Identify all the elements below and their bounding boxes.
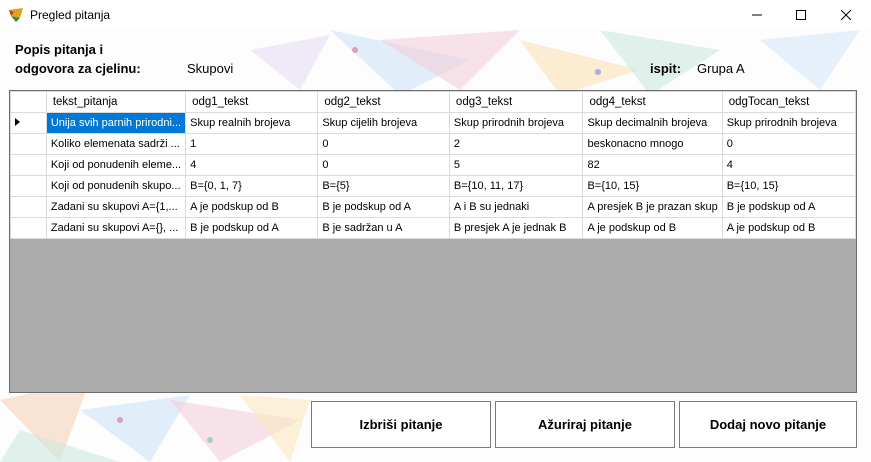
- table-row[interactable]: Koliko elemenata sadrži ... 1 0 2 beskonacno…: [10, 133, 856, 155]
- table-cell[interactable]: A je podskup od B: [582, 217, 723, 239]
- table-cell[interactable]: Zadani su skupovi A={}, ...: [45, 217, 187, 239]
- table-cell[interactable]: 2: [448, 133, 584, 155]
- ispit-label: ispit:: [650, 61, 682, 76]
- table-cell[interactable]: B={10, 15}: [582, 175, 723, 197]
- table-row[interactable]: Zadani su skupovi A={}, ... B je podskup …: [10, 217, 856, 239]
- table-cell[interactable]: B presjek A je jednak B: [448, 217, 584, 239]
- table-row[interactable]: Zadani su skupovi A={1,... A je podskup o…: [10, 196, 856, 218]
- table-cell[interactable]: B je podskup od A: [185, 217, 319, 239]
- table-cell[interactable]: Koji od ponudenih skupo...: [45, 175, 187, 197]
- table-cell[interactable]: B={10, 15}: [721, 175, 856, 197]
- header-row: tekst_pitanja odg1_tekst odg2_tekst odg3…: [10, 91, 856, 113]
- table-cell[interactable]: 0: [317, 133, 450, 155]
- table-cell[interactable]: Skup realnih brojeva: [185, 112, 319, 134]
- table-cell[interactable]: 82: [582, 154, 723, 176]
- ispit-value: Grupa A: [697, 61, 745, 76]
- update-question-button[interactable]: Ažuriraj pitanje: [495, 401, 675, 448]
- title-bar: Pregled pitanja: [0, 0, 871, 30]
- table-cell[interactable]: A i B su jednaki: [448, 196, 584, 218]
- table-cell[interactable]: 5: [448, 154, 584, 176]
- questions-grid[interactable]: tekst_pitanja odg1_tekst odg2_tekst odg3…: [9, 90, 857, 393]
- minimize-button[interactable]: [734, 0, 780, 30]
- main-window: Pregled pitanja Popis pitanja i odgovora…: [0, 0, 871, 462]
- popis-label-line1: Popis pitanja i: [15, 42, 104, 57]
- column-header[interactable]: odg2_tekst: [317, 91, 450, 113]
- table-cell[interactable]: B je sadržan u A: [317, 217, 450, 239]
- close-icon: [841, 10, 851, 20]
- table-cell[interactable]: Koliko elemenata sadrži ...: [45, 133, 187, 155]
- column-header[interactable]: odg3_tekst: [448, 91, 584, 113]
- table-cell[interactable]: Unija svih parnih prirodni...: [45, 112, 187, 134]
- row-header[interactable]: [10, 154, 47, 176]
- maximize-icon: [796, 10, 806, 20]
- table-cell[interactable]: Skup prirodnih brojeva: [448, 112, 584, 134]
- row-header[interactable]: [10, 112, 47, 134]
- row-header[interactable]: [10, 133, 47, 155]
- table-cell[interactable]: Skup cijelih brojeva: [317, 112, 450, 134]
- row-header[interactable]: [10, 196, 47, 218]
- current-row-arrow-icon: [15, 118, 20, 126]
- table-cell[interactable]: B je podskup od A: [721, 196, 856, 218]
- table-row[interactable]: Koji od ponudenih eleme... 4 0 5 82 4: [10, 154, 856, 176]
- table-cell[interactable]: 0: [721, 133, 856, 155]
- table-cell[interactable]: Zadani su skupovi A={1,...: [45, 196, 187, 218]
- minimize-icon: [752, 14, 762, 16]
- table-cell[interactable]: B je podskup od A: [317, 196, 450, 218]
- row-header[interactable]: [10, 217, 47, 239]
- column-header[interactable]: tekst_pitanja: [45, 91, 187, 113]
- table-cell[interactable]: B={5}: [317, 175, 450, 197]
- window-title: Pregled pitanja: [30, 8, 111, 22]
- table-cell[interactable]: A presjek B je prazan skup: [582, 196, 723, 218]
- row-header[interactable]: [10, 175, 47, 197]
- table-cell[interactable]: 0: [317, 154, 450, 176]
- table-cell[interactable]: A je podskup od B: [185, 196, 319, 218]
- table-cell[interactable]: Skup decimalnih brojeva: [582, 112, 723, 134]
- column-header[interactable]: odg1_tekst: [185, 91, 319, 113]
- table-cell[interactable]: Koji od ponudenih eleme...: [45, 154, 187, 176]
- close-button[interactable]: [823, 0, 869, 30]
- column-header[interactable]: odg4_tekst: [582, 91, 723, 113]
- add-question-button[interactable]: Dodaj novo pitanje: [679, 401, 857, 448]
- corner-header: [10, 91, 47, 113]
- table-cell[interactable]: B={0, 1, 7}: [185, 175, 319, 197]
- cjelina-value: Skupovi: [187, 61, 234, 76]
- table-cell[interactable]: beskonacno mnogo: [582, 133, 723, 155]
- table-cell[interactable]: 4: [721, 154, 856, 176]
- table-cell[interactable]: 4: [185, 154, 319, 176]
- app-icon: [9, 8, 23, 22]
- maximize-button[interactable]: [778, 0, 824, 30]
- table-cell[interactable]: 1: [185, 133, 319, 155]
- column-header[interactable]: odgTocan_tekst: [721, 91, 856, 113]
- table-row[interactable]: Koji od ponudenih skupo... B={0, 1, 7} B={…: [10, 175, 856, 197]
- popis-label-line2: odgovora za cjelinu:: [15, 61, 141, 76]
- questions-table: tekst_pitanja odg1_tekst odg2_tekst odg3…: [10, 91, 856, 239]
- table-cell[interactable]: A je podskup od B: [721, 217, 856, 239]
- table-row[interactable]: Unija svih parnih prirodni... Skup realni…: [10, 112, 856, 134]
- delete-question-button[interactable]: Izbriši pitanje: [311, 401, 491, 448]
- table-cell[interactable]: B={10, 11, 17}: [448, 175, 584, 197]
- table-cell[interactable]: Skup prirodnih brojeva: [721, 112, 856, 134]
